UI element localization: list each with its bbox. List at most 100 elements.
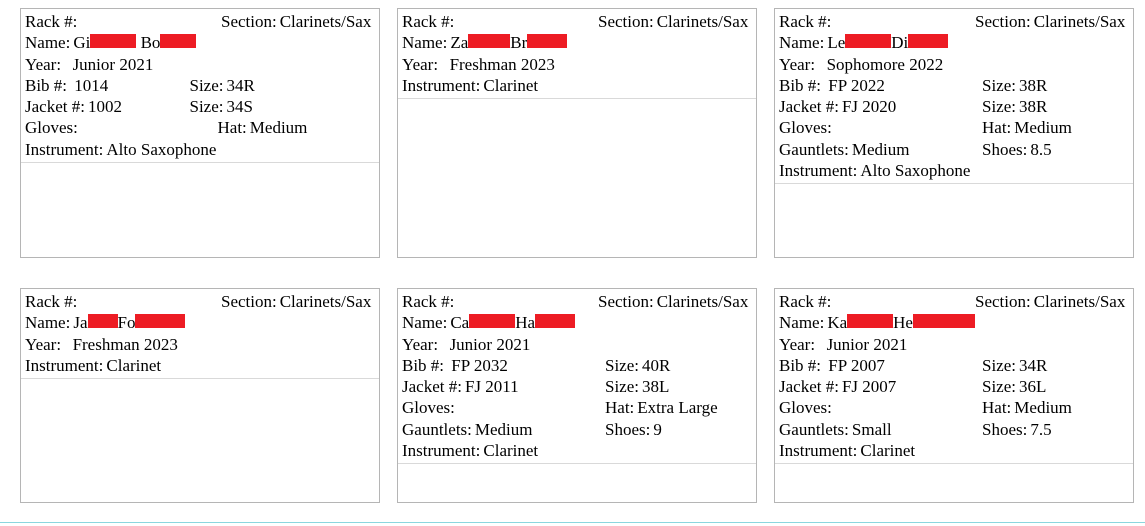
gloves-label: Gloves:	[402, 397, 458, 418]
jacket-label: Jacket #:	[25, 96, 88, 117]
hat-label: Hat:	[218, 117, 250, 138]
instrument-value: Clarinet	[106, 355, 161, 376]
bib-size: 34R	[227, 75, 255, 96]
gloves-label: Gloves:	[779, 397, 835, 418]
size-label: Size:	[605, 376, 642, 397]
name-pre: Le	[827, 32, 845, 53]
redaction	[847, 314, 893, 328]
uniform-card: Rack #: Section:Clarinets/Sax Name:JaFo …	[20, 288, 380, 503]
year-value: Junior 2021	[450, 334, 531, 355]
name-label: Name:	[402, 312, 450, 333]
section-label: Section:	[221, 291, 280, 312]
rack-label: Rack #:	[779, 11, 834, 32]
section-label: Section:	[975, 11, 1034, 32]
jacket-value: FJ 2011	[465, 376, 519, 397]
gauntlets-label: Gauntlets:	[779, 139, 852, 160]
instrument-label: Instrument:	[779, 160, 860, 181]
year-label: Year:	[25, 54, 64, 75]
gauntlets-value: Small	[852, 419, 892, 440]
redaction	[135, 314, 185, 328]
instrument-label: Instrument:	[779, 440, 860, 461]
section-label: Section:	[598, 291, 657, 312]
size-label: Size:	[982, 96, 1019, 117]
redaction	[160, 34, 196, 48]
jacket-size: 36L	[1019, 376, 1046, 397]
uniform-card: Rack #: Section:Clarinets/Sax Name:KaHe …	[774, 288, 1134, 503]
name-label: Name:	[25, 312, 73, 333]
jacket-value: FJ 2020	[842, 96, 896, 117]
jacket-value: FJ 2007	[842, 376, 896, 397]
uniform-card: Rack #: Section:Clarinets/Sax Name:Gi Bo…	[20, 8, 380, 258]
gauntlets-label: Gauntlets:	[779, 419, 852, 440]
year-value: Junior 2021	[827, 334, 908, 355]
bib-label: Bib #:	[402, 355, 447, 376]
page-divider	[0, 522, 1145, 523]
bib-label: Bib #:	[779, 75, 824, 96]
bib-size: 40R	[642, 355, 670, 376]
gloves-label: Gloves:	[25, 117, 81, 138]
year-value: Freshman 2023	[73, 334, 178, 355]
bib-value: FP 2032	[451, 355, 508, 376]
redaction	[535, 314, 575, 328]
instrument-value: Clarinet	[483, 75, 538, 96]
name-mid: Bo	[141, 32, 161, 53]
size-label: Size:	[982, 376, 1019, 397]
gloves-label: Gloves:	[779, 117, 835, 138]
size-label: Size:	[982, 355, 1019, 376]
section-value: Clarinets/Sax	[280, 11, 372, 32]
gauntlets-label: Gauntlets:	[402, 419, 475, 440]
name-pre: Gi	[73, 32, 90, 53]
jacket-label: Jacket #:	[779, 376, 842, 397]
shoes-label: Shoes:	[605, 419, 653, 440]
size-label: Size:	[605, 355, 642, 376]
hat-value: Medium	[1014, 397, 1072, 418]
gauntlets-value: Medium	[475, 419, 533, 440]
jacket-label: Jacket #:	[779, 96, 842, 117]
shoes-value: 7.5	[1030, 419, 1051, 440]
hat-label: Hat:	[982, 117, 1014, 138]
section-value: Clarinets/Sax	[657, 291, 749, 312]
instrument-label: Instrument:	[402, 75, 483, 96]
rack-label: Rack #:	[402, 11, 457, 32]
gauntlets-value: Medium	[852, 139, 910, 160]
rack-label: Rack #:	[25, 291, 80, 312]
year-value: Freshman 2023	[450, 54, 555, 75]
instrument-value: Clarinet	[860, 440, 915, 461]
uniform-card: Rack #: Section:Clarinets/Sax Name:CaHa …	[397, 288, 757, 503]
name-pre: Ja	[73, 312, 87, 333]
instrument-value: Alto Saxophone	[106, 139, 216, 160]
jacket-size: 34S	[227, 96, 253, 117]
section-value: Clarinets/Sax	[280, 291, 372, 312]
bib-size: 38R	[1019, 75, 1047, 96]
size-label: Size:	[982, 75, 1019, 96]
section-value: Clarinets/Sax	[1034, 291, 1126, 312]
section-value: Clarinets/Sax	[657, 11, 749, 32]
bib-label: Bib #:	[25, 75, 70, 96]
shoes-label: Shoes:	[982, 419, 1030, 440]
jacket-size: 38L	[642, 376, 669, 397]
instrument-label: Instrument:	[402, 440, 483, 461]
year-label: Year:	[402, 54, 441, 75]
name-mid: Ha	[515, 312, 535, 333]
instrument-label: Instrument:	[25, 355, 106, 376]
instrument-value: Clarinet	[483, 440, 538, 461]
year-label: Year:	[779, 334, 818, 355]
rack-label: Rack #:	[25, 11, 80, 32]
name-pre: Za	[450, 32, 468, 53]
year-value: Sophomore 2022	[827, 54, 944, 75]
section-label: Section:	[975, 291, 1034, 312]
name-pre: Ca	[450, 312, 469, 333]
name-label: Name:	[402, 32, 450, 53]
instrument-label: Instrument:	[25, 139, 106, 160]
year-label: Year:	[779, 54, 818, 75]
section-label: Section:	[598, 11, 657, 32]
jacket-label: Jacket #:	[402, 376, 465, 397]
hat-value: Medium	[250, 117, 308, 138]
shoes-value: 9	[653, 419, 662, 440]
name-mid: He	[893, 312, 913, 333]
hat-label: Hat:	[982, 397, 1014, 418]
bib-value: FP 2022	[828, 75, 885, 96]
instrument-value: Alto Saxophone	[860, 160, 970, 181]
redaction	[88, 314, 118, 328]
name-label: Name:	[779, 32, 827, 53]
